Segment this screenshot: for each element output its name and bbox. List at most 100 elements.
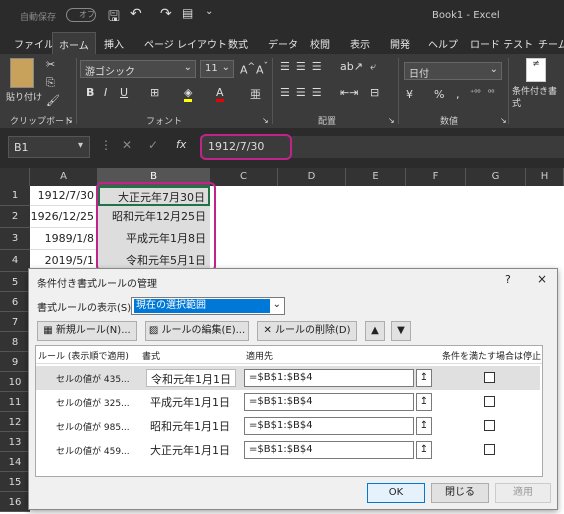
tab-formulas[interactable]: 数式 bbox=[228, 36, 248, 51]
wrap-text-icon[interactable]: ⤶ bbox=[370, 60, 376, 74]
row-header[interactable]: 14 bbox=[0, 452, 30, 472]
row-header[interactable]: 13 bbox=[0, 432, 30, 452]
select-all-corner[interactable] bbox=[0, 168, 30, 186]
row-header[interactable]: 16 bbox=[0, 492, 30, 512]
row-header[interactable]: 1 bbox=[0, 186, 30, 206]
column-header[interactable]: E bbox=[346, 168, 406, 186]
row-header[interactable]: 11 bbox=[0, 392, 30, 412]
stop-if-true-checkbox[interactable] bbox=[484, 372, 495, 383]
delete-rule-button[interactable]: ✕ ルールの削除(D) bbox=[257, 321, 357, 341]
shrink-font-icon[interactable]: Aˇ bbox=[256, 61, 268, 77]
applies-to-field[interactable]: =$B$1:$B$4 bbox=[244, 417, 414, 435]
tab-review[interactable]: 校閲 bbox=[310, 36, 330, 51]
rule-row[interactable]: セルの値が 985... 昭和元年1月1日 =$B$1:$B$4 ↥ bbox=[36, 414, 532, 438]
edit-rule-button[interactable]: ▨ ルールの編集(E)... bbox=[145, 321, 249, 341]
font-size-box[interactable]: 11 ⌄ bbox=[200, 60, 234, 78]
help-button[interactable]: ? bbox=[505, 273, 511, 286]
row-header[interactable]: 5 bbox=[0, 272, 30, 292]
tab-insert[interactable]: 挿入 bbox=[104, 36, 124, 51]
comma-button[interactable]: , bbox=[456, 88, 460, 101]
indent-icon[interactable]: ⇤⇥ bbox=[340, 86, 358, 99]
tab-file[interactable]: ファイル bbox=[14, 36, 54, 51]
decrease-decimal-icon[interactable]: ⁰⁰ bbox=[488, 88, 494, 97]
stop-if-true-checkbox[interactable] bbox=[484, 396, 495, 407]
currency-button[interactable]: ¥ bbox=[406, 88, 413, 101]
collapse-dialog-icon[interactable]: ↥ bbox=[416, 441, 432, 459]
cell-a2[interactable]: 1926/12/25 bbox=[30, 206, 98, 228]
border-icon[interactable]: ⊞ bbox=[150, 86, 159, 99]
close-dialog-button[interactable]: 閉じる bbox=[431, 483, 489, 503]
autosave-toggle[interactable]: オフ bbox=[66, 8, 96, 22]
customize-qat-icon[interactable]: ⌄ bbox=[205, 6, 213, 17]
copy-icon[interactable]: ⎘ bbox=[46, 76, 55, 90]
tab-load-test[interactable]: ロード テスト bbox=[470, 36, 533, 51]
new-rule-button[interactable]: ▦ 新規ルール(N)... bbox=[37, 321, 137, 341]
italic-button[interactable]: I bbox=[104, 86, 107, 99]
row-header[interactable]: 3 bbox=[0, 228, 30, 250]
collapse-dialog-icon[interactable]: ↥ bbox=[416, 393, 432, 411]
phonetic-icon[interactable]: 亜 bbox=[250, 86, 261, 102]
cut-icon[interactable]: ✂ bbox=[46, 58, 55, 71]
apply-button[interactable]: 適用 bbox=[495, 483, 551, 503]
alignment-launcher-icon[interactable]: ↘ bbox=[388, 116, 395, 125]
column-header[interactable]: F bbox=[406, 168, 466, 186]
tab-help[interactable]: ヘルプ bbox=[428, 36, 458, 51]
row-header[interactable]: 8 bbox=[0, 332, 30, 352]
undo-icon[interactable]: ↶ bbox=[130, 6, 142, 22]
move-up-button[interactable]: ▲ bbox=[365, 321, 385, 341]
cell-a3[interactable]: 1989/1/8 bbox=[30, 228, 98, 250]
tab-page-layout[interactable]: ページ レイアウト bbox=[144, 36, 227, 51]
rule-row[interactable]: セルの値が 459... 大正元年1月1日 =$B$1:$B$4 ↥ bbox=[36, 438, 532, 462]
tab-developer[interactable]: 開発 bbox=[390, 36, 410, 51]
horizontal-align-icon[interactable]: ☰☰☰ bbox=[280, 86, 328, 99]
number-format-box[interactable]: 日付 ⌄ bbox=[404, 62, 502, 80]
percent-button[interactable]: % bbox=[434, 88, 444, 101]
underline-button[interactable]: U bbox=[120, 86, 128, 99]
paste-label[interactable]: 貼り付け bbox=[6, 90, 42, 103]
grow-font-icon[interactable]: A^ bbox=[240, 61, 255, 77]
cell-a1[interactable]: 1912/7/30 bbox=[30, 186, 98, 206]
applies-to-field[interactable]: =$B$1:$B$4 bbox=[244, 393, 414, 411]
save-icon[interactable]: 🖫 bbox=[108, 6, 120, 30]
row-header[interactable]: 6 bbox=[0, 292, 30, 312]
enter-icon[interactable]: ✓ bbox=[148, 138, 158, 152]
clipboard-launcher-icon[interactable]: ↘ bbox=[66, 116, 73, 125]
column-header[interactable]: H bbox=[526, 168, 564, 186]
stop-if-true-checkbox[interactable] bbox=[484, 444, 495, 455]
conditional-format-button[interactable]: 条件付き書式 bbox=[512, 86, 560, 110]
vertical-align-icon[interactable]: ☰☰☰ bbox=[280, 60, 328, 73]
tab-view[interactable]: 表示 bbox=[350, 36, 370, 51]
applies-to-field[interactable]: =$B$1:$B$4 bbox=[244, 369, 414, 387]
orientation-icon[interactable]: ab↗ bbox=[340, 60, 363, 73]
show-rules-select[interactable]: 現在の選択範囲 ⌄ bbox=[131, 297, 285, 315]
row-header[interactable]: 15 bbox=[0, 472, 30, 492]
cancel-icon[interactable]: ✕ bbox=[122, 138, 132, 152]
stop-if-true-checkbox[interactable] bbox=[484, 420, 495, 431]
font-color-icon[interactable]: A bbox=[216, 86, 224, 102]
bold-button[interactable]: B bbox=[86, 86, 94, 99]
applies-to-field[interactable]: =$B$1:$B$4 bbox=[244, 441, 414, 459]
chevron-down-icon[interactable]: ▾ bbox=[78, 140, 83, 151]
conditional-format-icon[interactable]: ≠ bbox=[526, 58, 546, 82]
rule-row[interactable]: セルの値が 435... 令和元年1月1日 =$B$1:$B$4 ↥ bbox=[36, 366, 540, 390]
print-preview-icon[interactable]: ▤ bbox=[182, 6, 193, 20]
paste-icon[interactable] bbox=[10, 58, 34, 88]
row-header[interactable]: 12 bbox=[0, 412, 30, 432]
row-header[interactable]: 9 bbox=[0, 352, 30, 372]
move-down-button[interactable]: ▼ bbox=[391, 321, 411, 341]
tab-team[interactable]: チーム bbox=[538, 36, 564, 51]
row-header[interactable]: 7 bbox=[0, 312, 30, 332]
merge-icon[interactable]: ⊟ bbox=[370, 86, 379, 99]
tab-home[interactable]: ホーム bbox=[52, 32, 96, 54]
close-button[interactable]: × bbox=[537, 272, 547, 286]
fill-color-icon[interactable]: ◈ bbox=[184, 86, 193, 102]
column-header[interactable]: D bbox=[278, 168, 346, 186]
column-header[interactable]: A bbox=[30, 168, 98, 186]
insert-function-button[interactable]: fx bbox=[176, 138, 186, 151]
font-launcher-icon[interactable]: ↘ bbox=[262, 116, 269, 125]
format-painter-icon[interactable]: 🖌 bbox=[46, 94, 60, 107]
increase-decimal-icon[interactable]: ⁺⁰⁰ bbox=[470, 88, 481, 97]
column-header[interactable]: C bbox=[210, 168, 278, 186]
tab-data[interactable]: データ bbox=[268, 36, 298, 51]
number-launcher-icon[interactable]: ↘ bbox=[500, 116, 507, 125]
